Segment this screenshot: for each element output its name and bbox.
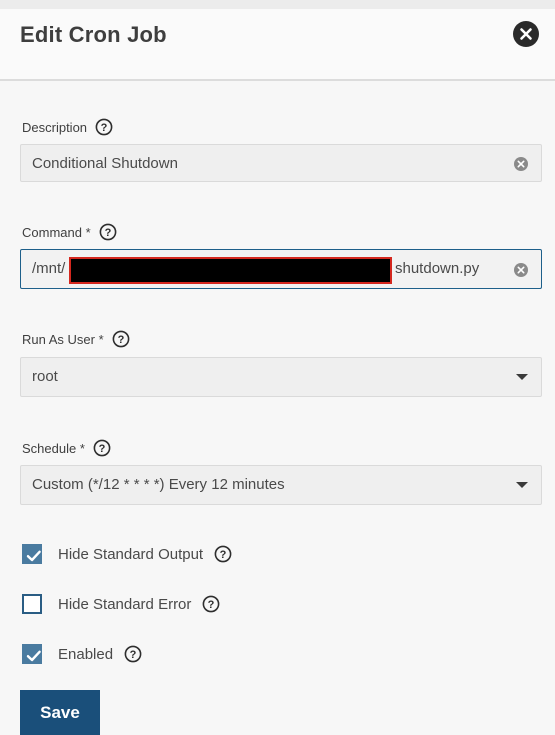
dialog-title: Edit Cron Job [20, 22, 167, 47]
help-icon[interactable]: ? [202, 595, 220, 613]
description-label: Description [22, 119, 88, 135]
checkmark-icon [26, 650, 41, 662]
close-icon [520, 28, 532, 40]
run-as-user-label-row: Run As User * ? [22, 330, 130, 348]
save-button[interactable]: Save [20, 690, 100, 735]
command-label-row: Command * ? [22, 223, 117, 241]
hide-stderr-label: Hide Standard Error [58, 595, 192, 613]
chevron-down-icon[interactable] [516, 482, 528, 488]
enabled-row: Enabled ? [22, 644, 142, 664]
svg-text:?: ? [117, 334, 124, 346]
help-icon[interactable]: ? [214, 545, 232, 563]
enabled-checkbox[interactable] [22, 644, 42, 664]
top-strip [0, 0, 555, 9]
description-field[interactable]: Conditional Shutdown [20, 144, 542, 182]
help-icon[interactable]: ? [93, 439, 111, 457]
clear-icon[interactable] [513, 156, 529, 172]
chevron-down-icon[interactable] [516, 374, 528, 380]
svg-text:?: ? [208, 599, 215, 611]
help-icon[interactable]: ? [99, 223, 117, 241]
hide-stdout-row: Hide Standard Output ? [22, 544, 232, 564]
schedule-label: Schedule * [22, 440, 85, 456]
hide-stdout-checkbox[interactable] [22, 544, 42, 564]
run-as-user-select[interactable]: root [20, 357, 542, 397]
command-field[interactable]: /mnt/ shutdown.py [20, 249, 542, 289]
help-icon[interactable]: ? [112, 330, 130, 348]
help-icon[interactable]: ? [95, 118, 113, 136]
svg-text:?: ? [130, 649, 137, 661]
command-prefix: /mnt/ [32, 260, 66, 277]
schedule-value: Custom (*/12 * * * *) Every 12 minutes [32, 476, 285, 493]
run-as-user-label: Run As User * [22, 331, 104, 347]
hide-stdout-label: Hide Standard Output [58, 545, 204, 563]
description-label-row: Description ? [22, 118, 113, 136]
schedule-select[interactable]: Custom (*/12 * * * *) Every 12 minutes [20, 465, 542, 505]
schedule-label-row: Schedule * ? [22, 439, 111, 457]
run-as-user-value: root [32, 368, 58, 385]
enabled-label: Enabled [58, 645, 114, 663]
command-label: Command * [22, 224, 91, 240]
description-value: Conditional Shutdown [32, 155, 178, 172]
svg-text:?: ? [104, 227, 111, 239]
svg-text:?: ? [101, 122, 108, 134]
dialog-header: Edit Cron Job [0, 9, 555, 81]
clear-icon[interactable] [513, 262, 529, 278]
svg-text:?: ? [99, 443, 106, 455]
redaction-box [69, 257, 392, 284]
hide-stderr-checkbox[interactable] [22, 594, 42, 614]
command-suffix: shutdown.py [395, 260, 480, 277]
checkmark-icon [26, 550, 41, 562]
hide-stderr-row: Hide Standard Error ? [22, 594, 220, 614]
help-icon[interactable]: ? [124, 645, 142, 663]
svg-text:?: ? [220, 549, 227, 561]
close-button[interactable] [513, 21, 539, 47]
